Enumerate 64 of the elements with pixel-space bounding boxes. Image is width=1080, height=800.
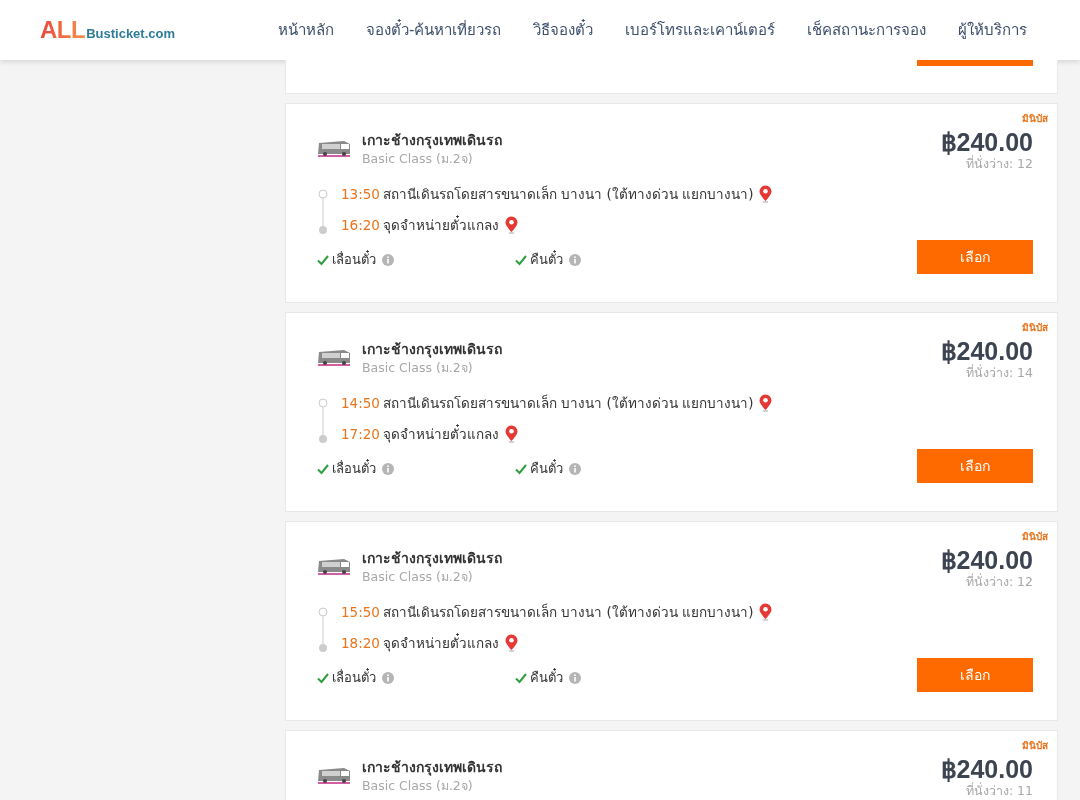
ticket-price: ฿240.00	[940, 546, 1033, 574]
bus-class: Basic Class (ม.2จ)	[362, 777, 474, 795]
arrival-place: จุดจำหน่ายตั๋วแกลง	[383, 632, 499, 654]
info-icon[interactable]	[569, 253, 581, 266]
operator-name: เกาะช้างกรุงเทพเดินรถ	[362, 549, 502, 568]
ticket-policy: คืนตั๋ว	[530, 667, 563, 687]
seats-available: ที่นั่งว่าง: 11	[965, 783, 1033, 799]
operator-name: เกาะช้างกรุงเทพเดินรถ	[362, 131, 502, 150]
departure-place: สถานีเดินรถโดยสารขนาดเล็ก บางนา (ใต้ทางด่วน แยกบางนา)	[383, 393, 754, 413]
bus-class: Basic Class (ม.2จ)	[362, 568, 474, 586]
bus-type-label: มินิบัส	[1022, 322, 1048, 334]
departure-place: สถานีเดินรถโดยสารขนาดเล็ก บางนา (ใต้ทางด่วน แยกบางนา)	[383, 602, 754, 622]
map-pin-icon	[505, 424, 518, 443]
departure-time: 13:50	[341, 185, 377, 202]
ticket-price: ฿240.00	[940, 755, 1033, 783]
bus-type-label: มินิบัส	[1022, 113, 1048, 125]
bus-logo-icon	[316, 556, 352, 578]
route-timeline-drawing	[318, 189, 328, 235]
arrival-time: 18:20	[341, 634, 377, 651]
bus-class: Basic Class (ม.2จ)	[362, 150, 474, 168]
seats-available: ที่นั่งว่าง: 14	[965, 365, 1033, 381]
departure-time: 15:50	[341, 603, 377, 620]
ticket-price: ฿240.00	[940, 128, 1033, 156]
bus-logo-icon	[316, 765, 352, 787]
departure-place: สถานีเดินรถโดยสารขนาดเล็ก บางนา (ใต้ทางด่วน แยกบางนา)	[383, 184, 754, 204]
map-pin-icon	[505, 633, 518, 652]
bus-type-label: มินิบัส	[1022, 740, 1048, 752]
seats-available: ที่นั่งว่าง: 12	[965, 574, 1033, 590]
route-timeline-drawing	[318, 398, 328, 444]
arrival-place: จุดจำหน่ายตั๋วแกลง	[383, 214, 499, 236]
info-icon[interactable]	[382, 253, 394, 266]
logo-domain[interactable]: Busticket.com	[86, 26, 176, 41]
map-pin-icon	[759, 602, 773, 621]
info-icon[interactable]	[569, 462, 581, 475]
info-icon[interactable]	[382, 671, 394, 684]
map-pin-icon	[505, 215, 518, 234]
nav-link[interactable]: หน้าหลัก	[262, 18, 350, 42]
ticket-policy: คืนตั๋ว	[530, 458, 563, 478]
operator-name: เกาะช้างกรุงเทพเดินรถ	[362, 758, 502, 777]
arrival-place: จุดจำหน่ายตั๋วแกลง	[383, 423, 499, 445]
departure-time: 14:50	[341, 394, 377, 411]
ticket-price: ฿240.00	[940, 337, 1033, 365]
bus-logo-icon	[316, 138, 352, 160]
nav-link[interactable]: เช็คสถานะการจอง	[791, 18, 943, 42]
bus-logo-icon	[316, 347, 352, 369]
nav-link[interactable]: จองตั๋ว-ค้นหาเที่ยวรถ	[350, 18, 518, 42]
nav-link[interactable]: เบอร์โทรและเคาน์เตอร์	[609, 18, 792, 42]
info-icon[interactable]	[382, 462, 394, 475]
arrival-time: 16:20	[341, 216, 377, 233]
ticket-policy: เลื่อนตั๋ว	[332, 249, 376, 269]
ticket-policy: เลื่อนตั๋ว	[332, 458, 376, 478]
route-timeline-drawing	[318, 607, 328, 653]
ticket-policy: คืนตั๋ว	[530, 249, 563, 269]
map-pin-icon	[759, 184, 773, 203]
info-icon[interactable]	[569, 671, 581, 684]
ticket-policy: เลื่อนตั๋ว	[332, 667, 376, 687]
operator-name: เกาะช้างกรุงเทพเดินรถ	[362, 340, 502, 359]
nav-link[interactable]: วิธีจองตั๋ว	[517, 18, 610, 42]
nav-link[interactable]: ผู้ให้บริการ	[942, 18, 1044, 42]
seats-available: ที่นั่งว่าง: 12	[965, 156, 1033, 172]
bus-type-label: มินิบัส	[1022, 531, 1048, 543]
map-pin-icon	[759, 393, 773, 412]
bus-class: Basic Class (ม.2จ)	[362, 359, 474, 377]
arrival-time: 17:20	[341, 425, 377, 442]
